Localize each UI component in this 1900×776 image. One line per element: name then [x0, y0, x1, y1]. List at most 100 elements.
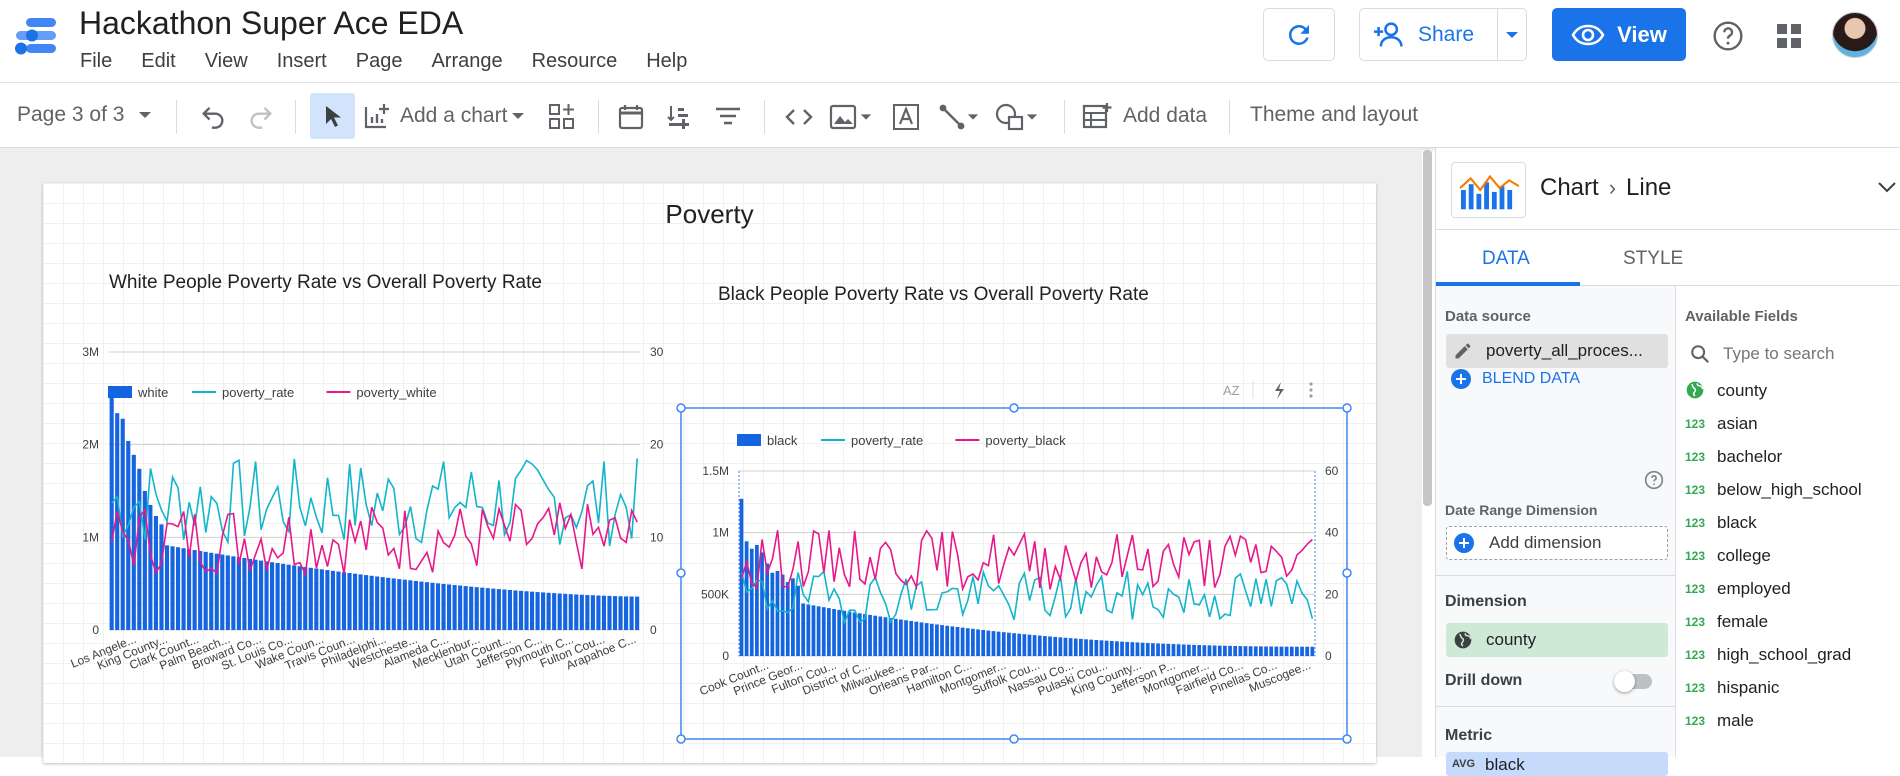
canvas-scrollbar[interactable]	[1423, 150, 1432, 506]
community-viz-icon[interactable]	[547, 102, 577, 132]
menu-resource[interactable]: Resource	[532, 50, 618, 73]
bar	[1012, 633, 1016, 656]
field-search[interactable]	[1685, 336, 1900, 372]
field-item[interactable]: 123 bachelor	[1685, 443, 1782, 471]
add-chart-button[interactable]: Add a chart	[362, 101, 525, 131]
filter-control-icon[interactable]	[713, 102, 743, 132]
legend-label: black	[767, 433, 798, 448]
y-tick-right: 40	[1325, 526, 1339, 540]
dimension-chip[interactable]: county	[1446, 623, 1668, 657]
properties-panel: Chart › Line DATA STYLE Data source pove…	[1435, 148, 1900, 776]
field-item[interactable]: 123 below_high_school	[1685, 476, 1862, 504]
help-outline-icon[interactable]	[1644, 470, 1664, 490]
chevron-down-icon	[1026, 114, 1038, 120]
bar	[801, 603, 806, 656]
refresh-data-button[interactable]	[1263, 8, 1335, 61]
menu-insert[interactable]: Insert	[277, 50, 327, 73]
add-data-button[interactable]: Add data	[1081, 101, 1207, 131]
data-source-field[interactable]: poverty_all_proces...	[1446, 334, 1668, 368]
report-page[interactable]: Poverty White People Poverty Rate vs Ove…	[43, 183, 1376, 763]
menu-help[interactable]: Help	[646, 50, 687, 73]
metric-aggregation[interactable]: AVG	[1452, 758, 1475, 770]
bar	[1053, 636, 1058, 656]
page-navigator[interactable]: Page 3 of 3	[17, 103, 152, 127]
embed-code-icon[interactable]	[783, 102, 815, 132]
share-dropdown-icon[interactable]	[1504, 29, 1520, 41]
bar	[971, 628, 975, 656]
chevron-down-icon[interactable]	[1877, 180, 1897, 194]
y-tick-right: 0	[1325, 649, 1332, 663]
date-range-icon[interactable]	[616, 102, 646, 132]
insert-line-button[interactable]	[937, 102, 979, 132]
menu-file[interactable]: File	[80, 50, 112, 73]
field-item[interactable]: 123 asian	[1685, 410, 1758, 438]
metric-chip[interactable]: AVG black	[1446, 752, 1668, 776]
drill-down-toggle[interactable]	[1614, 671, 1652, 692]
bar	[893, 618, 898, 656]
bar	[1073, 638, 1078, 656]
field-item[interactable]: 123 high_school_grad	[1685, 641, 1851, 669]
number-type-icon: 123	[1685, 681, 1706, 695]
insert-shape-button[interactable]	[994, 102, 1038, 132]
menu-view[interactable]: View	[205, 50, 248, 73]
bar	[1130, 642, 1135, 656]
add-circle-icon	[1447, 532, 1481, 554]
field-item[interactable]: county	[1685, 377, 1767, 405]
chevron-down-icon	[860, 114, 872, 120]
tab-style[interactable]: STYLE	[1623, 248, 1683, 270]
data-control-icon[interactable]	[665, 102, 695, 132]
bar	[1007, 632, 1011, 656]
number-type-icon: 123	[1685, 714, 1706, 728]
share-button[interactable]: Share	[1359, 8, 1527, 61]
field-item[interactable]: 123 hispanic	[1685, 674, 1779, 702]
bar	[1135, 642, 1140, 656]
cursor-icon	[326, 106, 341, 127]
field-item[interactable]: 123 female	[1685, 608, 1768, 636]
blend-data-button[interactable]: BLEND DATA	[1450, 368, 1580, 390]
field-name: hispanic	[1717, 678, 1780, 697]
bar	[919, 622, 924, 656]
insert-image-button[interactable]	[828, 102, 872, 132]
data-config-column: Data source poverty_all_proces... BLEND …	[1436, 286, 1676, 776]
apps-grid-icon[interactable]	[1775, 22, 1803, 50]
redo-icon[interactable]	[246, 102, 276, 130]
search-input[interactable]	[1723, 344, 1893, 364]
line-chart-type-icon[interactable]	[1451, 162, 1526, 218]
more-vert-icon	[1309, 382, 1313, 386]
field-item[interactable]: 123 employed	[1685, 575, 1791, 603]
theme-layout-button[interactable]: Theme and layout	[1250, 103, 1418, 127]
bar	[1166, 643, 1171, 656]
bar	[1181, 644, 1186, 656]
pencil-icon[interactable]	[1446, 341, 1480, 361]
chart-type-breadcrumb[interactable]: Chart › Line	[1540, 174, 1671, 202]
menu-arrange[interactable]: Arrange	[431, 50, 502, 73]
help-icon[interactable]	[1712, 20, 1744, 52]
tab-data[interactable]: DATA	[1482, 248, 1530, 270]
series-line-group-poverty	[740, 529, 1313, 592]
undo-icon[interactable]	[198, 102, 228, 130]
bar	[950, 626, 955, 656]
menu-edit[interactable]: Edit	[141, 50, 175, 73]
bar	[1217, 645, 1222, 656]
field-item[interactable]: 123 college	[1685, 542, 1771, 570]
toolbar-divider	[295, 100, 296, 134]
menu-bar: File Edit View Insert Page Arrange Resou…	[80, 50, 716, 73]
text-box-icon[interactable]	[891, 102, 921, 132]
bar	[1032, 635, 1037, 656]
view-button[interactable]: View	[1552, 8, 1686, 61]
bar	[1058, 637, 1063, 656]
bar	[847, 611, 852, 656]
bar	[1223, 645, 1227, 656]
bar	[1140, 642, 1145, 656]
field-item[interactable]: 123 male	[1685, 707, 1754, 735]
menu-page[interactable]: Page	[356, 50, 403, 73]
field-name: male	[1717, 711, 1754, 730]
data-studio-logo[interactable]	[12, 14, 60, 58]
black-poverty-chart[interactable]: AZ black poverty_rate poverty_black 0 0 500K 20…	[43, 183, 1376, 763]
report-title-input[interactable]: Hackathon Super Ace EDA	[79, 5, 463, 42]
add-date-dimension-button[interactable]: Add dimension	[1446, 526, 1668, 560]
user-avatar[interactable]	[1832, 12, 1878, 58]
eye-icon	[1571, 24, 1605, 45]
bar	[924, 623, 929, 656]
field-item[interactable]: 123 black	[1685, 509, 1757, 537]
